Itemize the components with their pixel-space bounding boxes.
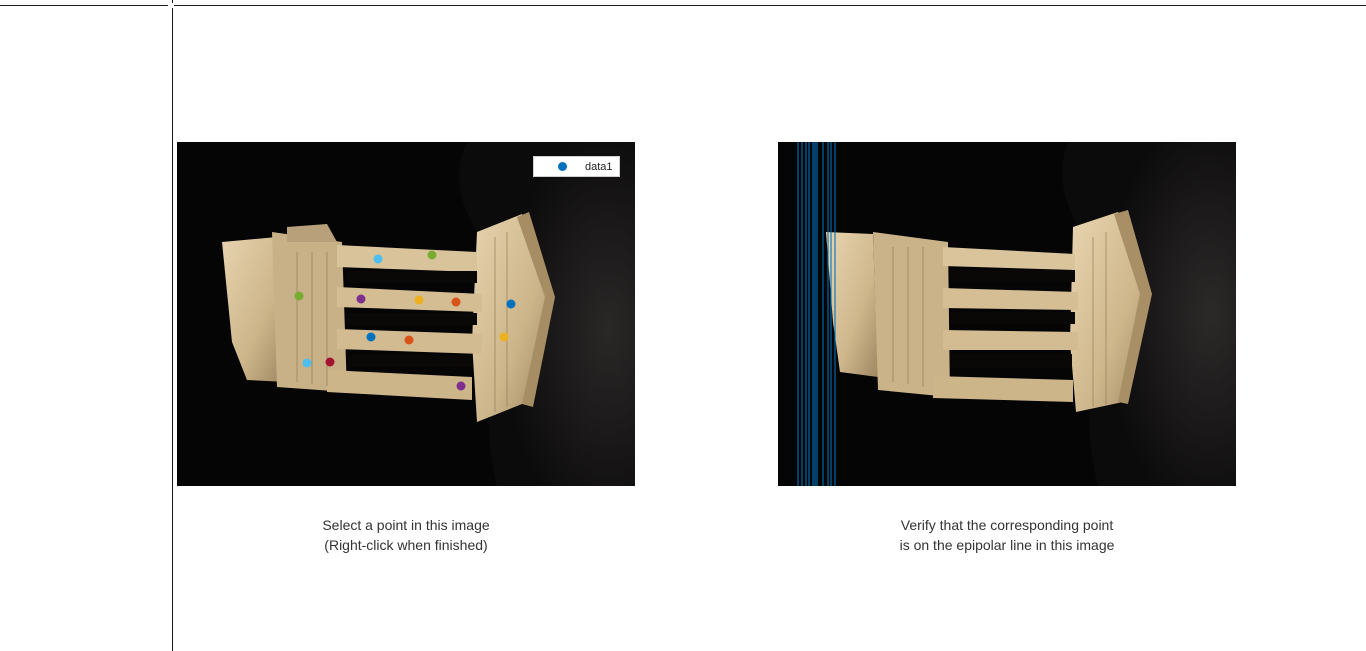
left-image[interactable] (177, 142, 635, 486)
point-marker (499, 332, 509, 342)
point-marker (366, 332, 376, 342)
point-marker (356, 294, 366, 304)
right-instruction: Verify that the corresponding point is o… (807, 515, 1207, 555)
left-divider (172, 0, 173, 651)
right-instruction-line2: is on the epipolar line in this image (899, 537, 1115, 553)
point-marker (506, 299, 516, 309)
legend-marker (558, 162, 567, 171)
point-marker (294, 291, 304, 301)
right-image[interactable] (778, 142, 1236, 486)
right-image-axes[interactable] (778, 142, 1236, 486)
point-marker (325, 357, 335, 367)
figure-window: data1 Select a point in this image (Righ… (0, 0, 1366, 651)
point-marker (404, 335, 414, 345)
point-marker (427, 250, 437, 260)
legend-label: data1 (585, 161, 613, 173)
left-image-axes[interactable]: data1 (177, 142, 635, 486)
left-instruction: Select a point in this image (Right-clic… (206, 515, 606, 555)
right-instruction-line1: Verify that the corresponding point (900, 517, 1114, 533)
left-instruction-line2: (Right-click when finished) (324, 537, 488, 553)
divider-junction (168, 3, 174, 8)
legend[interactable]: data1 (533, 156, 620, 177)
left-instruction-line1: Select a point in this image (322, 517, 490, 533)
point-marker (451, 297, 461, 307)
point-marker (414, 295, 424, 305)
point-marker (302, 358, 312, 368)
top-divider (0, 5, 1366, 6)
point-marker (373, 254, 383, 264)
point-marker (456, 381, 466, 391)
